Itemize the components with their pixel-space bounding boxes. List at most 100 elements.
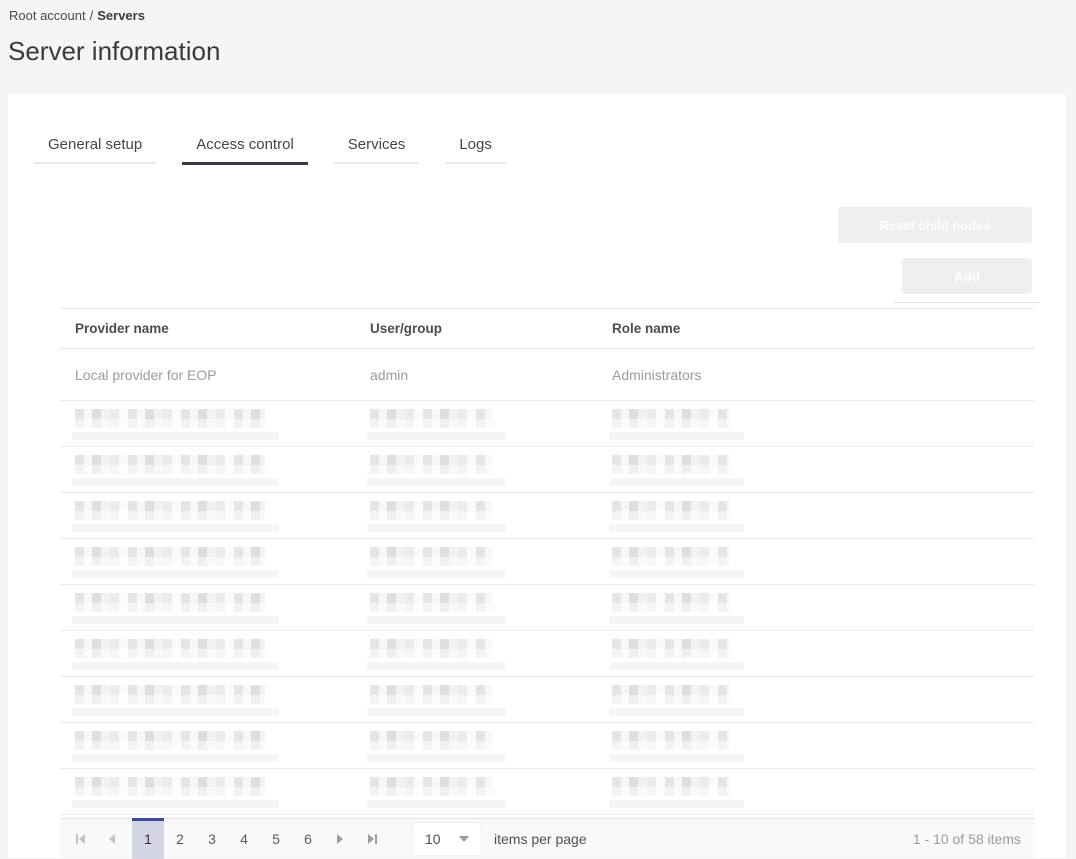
- redacted-text-block: [72, 683, 370, 716]
- cell-provider-name: Local provider for EOP: [75, 366, 217, 383]
- cell-user-group: [367, 499, 612, 532]
- redacted-text-block: [72, 591, 370, 624]
- cell-provider-name: [72, 499, 370, 532]
- reset-child-nodes-button[interactable]: Reset child nodes: [838, 207, 1032, 243]
- breadcrumb: Root account / Servers: [9, 8, 145, 23]
- column-role-name[interactable]: Role name: [612, 321, 1035, 336]
- cell-role-name: [609, 729, 1035, 762]
- add-button[interactable]: Add: [902, 258, 1032, 294]
- cell-role-name: [609, 453, 1035, 486]
- cell-role-name: [609, 775, 1035, 808]
- tab-strip: General setup Access control Services Logs: [34, 130, 532, 165]
- cell-provider-name: [72, 775, 370, 808]
- table-row: [60, 769, 1035, 815]
- cell-user-group: [367, 591, 612, 624]
- next-page-button[interactable]: [324, 819, 356, 859]
- cell-provider-name: [72, 545, 370, 578]
- tab-logs[interactable]: Logs: [445, 130, 506, 164]
- redacted-text-block: [609, 545, 1035, 578]
- cell-provider-name: [72, 591, 370, 624]
- cell-provider-name: [72, 407, 370, 440]
- cell-provider-name: [72, 453, 370, 486]
- table-row: [60, 585, 1035, 631]
- table-row: [60, 539, 1035, 585]
- redacted-text-block: [72, 775, 370, 808]
- breadcrumb-current: Servers: [97, 8, 145, 23]
- redacted-text-block: [367, 775, 612, 808]
- breadcrumb-separator: /: [89, 8, 94, 23]
- tab-access-control[interactable]: Access control: [182, 130, 308, 165]
- redacted-text-block: [72, 545, 370, 578]
- previous-page-button[interactable]: [96, 819, 128, 859]
- page-button-4[interactable]: 4: [228, 819, 260, 859]
- page-button-1[interactable]: 1: [132, 817, 164, 859]
- cell-user-group: admin: [370, 366, 409, 383]
- redacted-text-block: [609, 407, 1035, 440]
- page-button-2[interactable]: 2: [164, 819, 196, 859]
- cell-user-group: [367, 683, 612, 716]
- column-provider-name[interactable]: Provider name: [75, 321, 370, 336]
- redacted-text-block: [72, 499, 370, 532]
- cell-user-group: [367, 407, 612, 440]
- last-page-button[interactable]: [356, 819, 388, 859]
- cell-role-name: Administrators: [612, 366, 702, 383]
- redacted-text-block: [609, 453, 1035, 486]
- redacted-text-block: [367, 683, 612, 716]
- page-size-value: 10: [425, 830, 441, 847]
- cell-user-group: [367, 775, 612, 808]
- access-control-table: Provider name User/group Role name Local…: [60, 308, 1035, 815]
- cell-role-name: [609, 499, 1035, 532]
- table-header-row: Provider name User/group Role name: [60, 309, 1035, 349]
- cell-role-name: [609, 683, 1035, 716]
- table-row: [60, 401, 1035, 447]
- cell-provider-name: [72, 637, 370, 670]
- table-row: [60, 631, 1035, 677]
- redacted-text-block: [367, 637, 612, 670]
- redacted-text-block: [367, 407, 612, 440]
- cell-user-group: [367, 637, 612, 670]
- cell-user-group: [367, 453, 612, 486]
- redacted-text-block: [609, 591, 1035, 624]
- redacted-text-block: [72, 407, 370, 440]
- tab-services[interactable]: Services: [333, 130, 420, 164]
- cell-role-name: [609, 591, 1035, 624]
- cell-user-group: [367, 545, 612, 578]
- items-per-page-label: items per page: [494, 830, 587, 847]
- redacted-text-block: [609, 637, 1035, 670]
- redacted-text-block: [609, 499, 1035, 532]
- breadcrumb-root[interactable]: Root account: [9, 8, 86, 23]
- tab-general-setup[interactable]: General setup: [34, 130, 157, 164]
- cell-provider-name: [72, 729, 370, 762]
- table-row: [60, 447, 1035, 493]
- redacted-text-block: [367, 545, 612, 578]
- table-body: Local provider for EOP admin Administrator…: [60, 349, 1035, 815]
- column-user-group[interactable]: User/group: [370, 321, 612, 336]
- table-row: [60, 493, 1035, 539]
- redacted-text-block: [367, 499, 612, 532]
- page-size-dropdown[interactable]: 10: [412, 821, 482, 856]
- cell-role-name: [609, 545, 1035, 578]
- cell-user-group: [367, 729, 612, 762]
- redacted-text-block: [72, 453, 370, 486]
- table-row: [60, 677, 1035, 723]
- pagination-range-label: 1 - 10 of 58 items: [912, 830, 1021, 847]
- pagination-bar: 123456 10 items per page 1 - 10 of 58 it…: [60, 817, 1035, 859]
- redacted-text-block: [367, 453, 612, 486]
- page-button-5[interactable]: 5: [260, 819, 292, 859]
- content-card: General setup Access control Services Logs …: [8, 94, 1066, 859]
- table-row: Local provider for EOP admin Administrator…: [60, 349, 1035, 401]
- first-page-button[interactable]: [64, 819, 96, 859]
- redacted-text-block: [367, 729, 612, 762]
- page-button-6[interactable]: 6: [292, 819, 324, 859]
- page-button-3[interactable]: 3: [196, 819, 228, 859]
- redacted-text-block: [72, 637, 370, 670]
- page-title: Server information: [8, 36, 221, 66]
- chevron-down-icon: [459, 835, 469, 842]
- cell-provider-name: [72, 683, 370, 716]
- add-button-underline: [894, 302, 1040, 303]
- redacted-text-block: [367, 591, 612, 624]
- redacted-text-block: [609, 729, 1035, 762]
- table-row: [60, 723, 1035, 769]
- redacted-text-block: [609, 683, 1035, 716]
- cell-role-name: [609, 637, 1035, 670]
